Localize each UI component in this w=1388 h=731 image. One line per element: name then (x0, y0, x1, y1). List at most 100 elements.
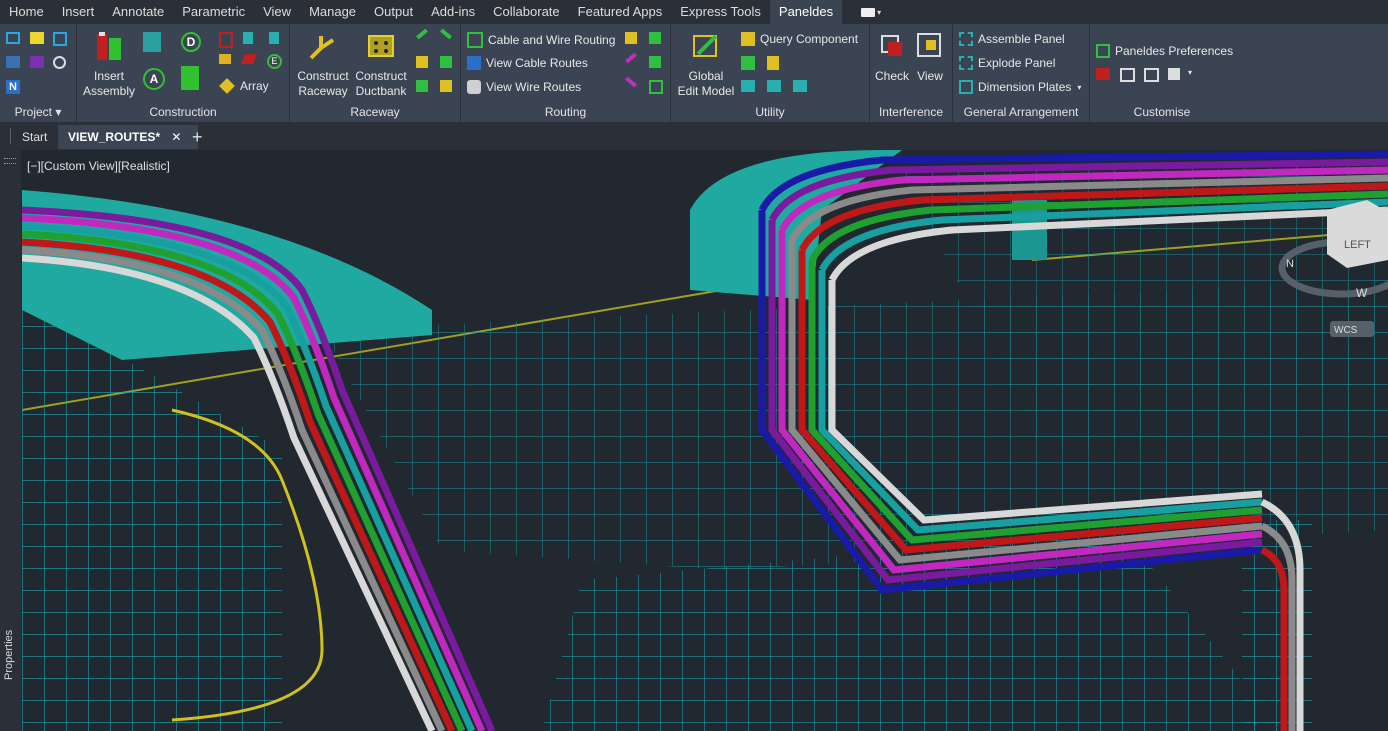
construction-cube-icon[interactable] (143, 32, 161, 52)
construction-d-icon[interactable]: D (181, 32, 201, 52)
compass-w-label: W (1356, 286, 1368, 300)
construction-eraser-icon[interactable] (241, 54, 257, 64)
explode-panel-button[interactable]: Explode Panel (959, 56, 1055, 70)
viewport-controls-label[interactable]: [−][Custom View][Realistic] (27, 159, 170, 173)
panel-title-construction: Construction (149, 105, 217, 119)
utility-b-icon[interactable] (767, 56, 779, 70)
project-n-icon[interactable]: N (6, 80, 20, 94)
tab-view[interactable]: View (254, 0, 300, 24)
assemble-panel-button[interactable]: Assemble Panel (959, 32, 1065, 46)
customise-rid-icon[interactable] (1096, 68, 1110, 80)
view-label: View (917, 69, 943, 83)
routing-delete-icon[interactable] (625, 76, 637, 88)
panel-raceway: Construct Raceway Construct Ductbank Rac… (290, 24, 461, 122)
tab-add-ins[interactable]: Add-ins (422, 0, 484, 24)
panel-interference: Check View Interference (870, 24, 953, 122)
close-icon[interactable]: ✕ (171, 130, 181, 144)
project-pr3-icon[interactable] (6, 56, 20, 68)
project-new-icon[interactable] (6, 32, 20, 44)
construct-ductbank-button[interactable]: Construct Ductbank (352, 30, 410, 99)
view-cable-routes-button[interactable]: View Cable Routes (467, 56, 588, 70)
routing-cut-icon[interactable] (649, 56, 661, 68)
tab-collaborate[interactable]: Collaborate (484, 0, 569, 24)
utility-c-icon[interactable] (741, 80, 755, 92)
ribbon-tab-bar: Home Insert Annotate Parametric View Man… (0, 0, 1388, 24)
query-component-icon (741, 32, 755, 46)
construction-red-icon[interactable] (219, 32, 233, 48)
project-search-icon[interactable] (53, 56, 66, 69)
doc-tab-start[interactable]: Start (12, 125, 57, 149)
routing-points-icon[interactable] (625, 32, 637, 44)
tab-manage[interactable]: Manage (300, 0, 365, 24)
construct-raceway-label: Construct Raceway (297, 69, 349, 98)
tab-insert[interactable]: Insert (53, 0, 104, 24)
dimension-plates-icon (959, 80, 973, 94)
construction-pin-icon[interactable] (269, 32, 279, 44)
tab-home[interactable]: Home (0, 0, 53, 24)
global-edit-model-button[interactable]: Global Edit Model (673, 30, 739, 99)
customise-copy-icon[interactable] (1168, 68, 1180, 80)
tab-featured-apps[interactable]: Featured Apps (569, 0, 672, 24)
project-settings-icon[interactable] (53, 32, 67, 46)
view-cable-routes-label: View Cable Routes (486, 56, 588, 70)
properties-palette[interactable]: Properties (0, 150, 21, 731)
array-icon (219, 78, 235, 94)
customise-table-icon[interactable] (1120, 68, 1135, 82)
dimension-plates-button[interactable]: Dimension Plates ▾ (959, 80, 1081, 94)
raceway-check-icon[interactable] (416, 80, 428, 92)
grip-icon[interactable] (4, 158, 16, 164)
raceway-up-icon[interactable] (416, 56, 428, 68)
construct-raceway-button[interactable]: Construct Raceway (294, 30, 352, 99)
explode-panel-icon (959, 56, 973, 70)
utility-e-icon[interactable] (793, 80, 807, 92)
new-tab-button[interactable]: + (182, 125, 213, 149)
cable-tray-left (22, 300, 282, 731)
routing-edit-icon[interactable] (649, 32, 661, 44)
insert-assembly-button[interactable]: Insert Assembly (81, 30, 137, 99)
check-interference-button[interactable]: Check (874, 30, 910, 84)
array-button[interactable]: Array (219, 78, 269, 94)
paneldes-preferences-button[interactable]: Paneldes Preferences (1096, 44, 1233, 58)
view-wire-routes-label: View Wire Routes (486, 80, 582, 94)
cable-wire-routing-button[interactable]: Cable and Wire Routing (467, 32, 615, 48)
tab-annotate[interactable]: Annotate (103, 0, 173, 24)
global-edit-model-label: Global Edit Model (677, 69, 735, 98)
construction-tool-icon[interactable] (243, 32, 253, 44)
raceway-unlink-icon[interactable] (440, 28, 452, 40)
project-open-icon[interactable] (30, 32, 44, 44)
query-component-button[interactable]: Query Component (741, 32, 858, 46)
panel-general-arrangement: Assemble Panel Explode Panel Dimension P… (953, 24, 1090, 122)
compass-n-label: N (1286, 258, 1294, 270)
tab-separator (10, 128, 11, 144)
project-v-icon[interactable] (30, 56, 44, 68)
customise-list-icon[interactable] (1144, 68, 1159, 82)
tab-parametric[interactable]: Parametric (173, 0, 254, 24)
insert-assembly-label: Insert Assembly (82, 69, 135, 98)
view-wire-routes-button[interactable]: View Wire Routes (467, 80, 581, 94)
routing-export-icon[interactable] (649, 80, 663, 94)
construction-a-icon[interactable]: A (143, 68, 165, 90)
routing-wire-icon[interactable] (625, 52, 637, 64)
tab-express-tools[interactable]: Express Tools (671, 0, 770, 24)
ribbon-minimize-button[interactable]: ▾ (856, 4, 886, 20)
utility-a-icon[interactable] (741, 56, 755, 70)
doc-tab-view-routes[interactable]: VIEW_ROUTES* ✕ (58, 125, 198, 149)
drawing-viewport[interactable]: LEFT N W WCS [−][Custom View][Realistic] (22, 150, 1388, 731)
chevron-down-icon[interactable]: ▾ (1188, 68, 1206, 86)
viewcube-cube[interactable] (1327, 200, 1388, 268)
construction-grid-icon[interactable] (219, 54, 231, 64)
panel-title-project[interactable]: Project ▾ (0, 105, 76, 119)
model-canvas[interactable]: LEFT N W WCS (22, 150, 1388, 731)
tab-output[interactable]: Output (365, 0, 422, 24)
construction-e-icon[interactable]: E (267, 54, 282, 69)
tab-paneldes[interactable]: Paneldes (769, 0, 843, 24)
utility-d-icon[interactable] (767, 80, 781, 92)
construction-stack-icon[interactable] (181, 66, 199, 90)
insert-assembly-icon (97, 32, 121, 60)
raceway-bend-icon[interactable] (440, 80, 452, 92)
raceway-split-icon[interactable] (440, 56, 452, 68)
view-wire-routes-icon (467, 80, 481, 94)
assemble-panel-label: Assemble Panel (978, 32, 1065, 46)
view-interference-button[interactable]: View (912, 30, 948, 84)
raceway-link-icon[interactable] (416, 28, 428, 40)
